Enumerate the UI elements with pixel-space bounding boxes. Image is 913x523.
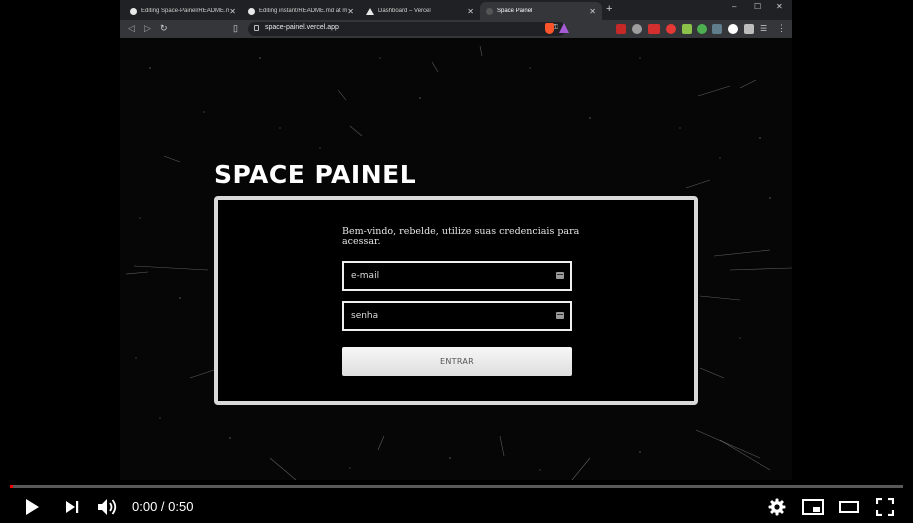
tab-dashboard-vercel[interactable]: Dashboard – Vercel ✕ — [360, 2, 480, 20]
miniplayer-icon[interactable] — [802, 499, 824, 515]
lock-icon — [254, 25, 259, 31]
menu-icon[interactable]: ⋮ — [777, 23, 786, 34]
progress-played — [10, 485, 13, 488]
settings-gear-icon[interactable] — [768, 498, 786, 516]
back-icon[interactable]: ◁ — [128, 23, 135, 34]
password-input[interactable] — [344, 303, 570, 329]
video-frame[interactable]: Editing Space-Painel/README.md at ... ✕ … — [0, 0, 913, 523]
browser-window: Editing Space-Painel/README.md at ... ✕ … — [120, 0, 792, 480]
space-icon — [486, 7, 493, 15]
vercel-icon — [366, 7, 374, 15]
maximize-icon[interactable]: ☐ — [754, 2, 761, 11]
github-icon — [130, 7, 137, 15]
pdf-extension-icon[interactable] — [616, 24, 626, 34]
next-icon[interactable] — [64, 499, 80, 515]
time-display: 0:00 / 0:50 — [132, 499, 194, 514]
forward-icon[interactable]: ▷ — [144, 23, 151, 34]
autofill-icon[interactable] — [556, 312, 564, 319]
address-bar[interactable]: space-painel.vercel.app ⚿ — [248, 22, 566, 36]
password-field — [342, 301, 572, 331]
tab-editing-instant[interactable]: Editing instant/README.md at ma... ✕ — [242, 2, 360, 20]
email-field — [342, 261, 572, 291]
browser-toolbar: ◁ ▷ ↻ ▯ space-painel.vercel.app ⚿ ☰ ⋮ — [120, 20, 792, 38]
extension-icon[interactable] — [666, 24, 676, 34]
tab-label: Editing instant/README.md at ma... — [259, 8, 348, 14]
tab-space-painel[interactable]: Space Painel ✕ — [480, 2, 602, 20]
brave-rewards-icon[interactable] — [559, 23, 569, 33]
reading-list-icon[interactable]: ☰ — [760, 24, 770, 34]
fullscreen-icon[interactable] — [876, 498, 894, 516]
extension-icon[interactable] — [682, 24, 692, 34]
tab-label: Editing Space-Painel/README.md at ... — [141, 8, 230, 14]
submit-button[interactable]: ENTRAR — [342, 347, 572, 376]
tab-bar: Editing Space-Painel/README.md at ... ✕ … — [120, 0, 792, 20]
brand-title: SPACE PAINEL — [214, 160, 417, 189]
reload-icon[interactable]: ↻ — [160, 23, 168, 34]
volume-icon[interactable] — [97, 497, 119, 517]
autofill-icon[interactable] — [556, 272, 564, 279]
tab-label: Space Painel — [497, 8, 533, 14]
login-page: SPACE PAINEL Bem-vindo, rebelde, utilize… — [120, 38, 792, 480]
brave-shield-icon[interactable] — [545, 23, 554, 34]
extension-icon[interactable] — [712, 24, 722, 34]
tab-editing-space-painel[interactable]: Editing Space-Painel/README.md at ... ✕ — [124, 2, 242, 20]
github-icon — [248, 7, 255, 15]
close-icon[interactable]: ✕ — [589, 7, 596, 16]
extensions-puzzle-icon[interactable] — [744, 24, 754, 34]
progress-bar[interactable] — [10, 485, 903, 488]
minimize-icon[interactable]: – — [732, 2, 736, 11]
welcome-message: Bem-vindo, rebelde, utilize suas credenc… — [342, 226, 580, 247]
close-icon[interactable]: ✕ — [229, 7, 236, 16]
new-tab-button[interactable]: + — [606, 3, 612, 15]
email-input[interactable] — [344, 263, 570, 289]
close-icon[interactable]: ✕ — [347, 7, 354, 16]
theater-mode-icon[interactable] — [839, 500, 859, 514]
extension-icon[interactable] — [728, 24, 738, 34]
url-text: space-painel.vercel.app — [265, 24, 339, 31]
extension-icon[interactable] — [697, 24, 707, 34]
window-close-icon[interactable]: ✕ — [776, 2, 783, 11]
tab-label: Dashboard – Vercel — [378, 8, 431, 14]
extension-icon[interactable] — [632, 24, 642, 34]
login-card: Bem-vindo, rebelde, utilize suas credenc… — [214, 196, 698, 405]
close-icon[interactable]: ✕ — [467, 7, 474, 16]
play-icon[interactable] — [23, 498, 41, 516]
extension-icon[interactable] — [648, 24, 660, 34]
bookmark-icon[interactable]: ▯ — [233, 23, 238, 34]
